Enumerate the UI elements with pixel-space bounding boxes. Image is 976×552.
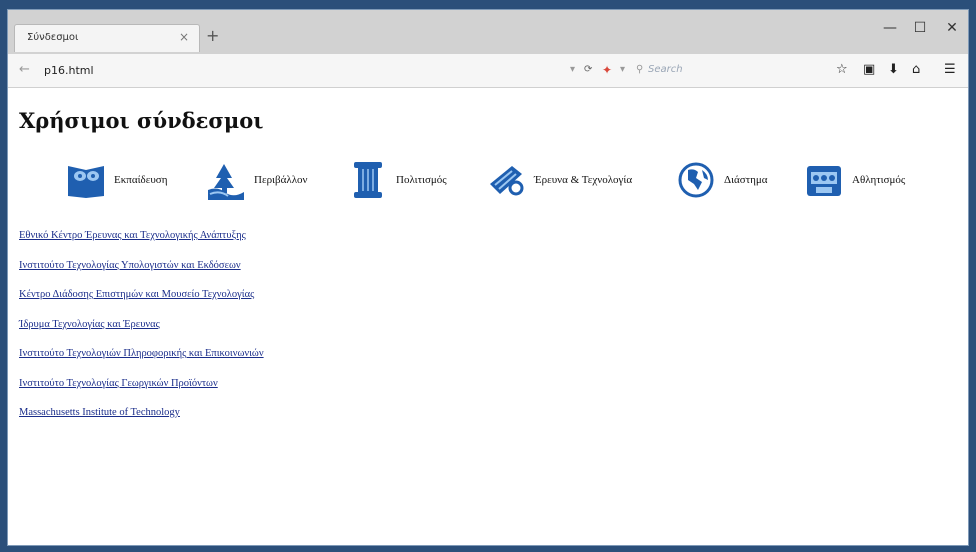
category-space-label: Διάστημα bbox=[724, 174, 768, 186]
search-magnifier-icon: ⚲ bbox=[636, 64, 644, 75]
category-research-label: Έρευνα & Τεχνολογία bbox=[534, 174, 633, 186]
culture-icon bbox=[354, 162, 382, 198]
sports-icon bbox=[807, 166, 841, 196]
reload-icon[interactable]: ⟳ bbox=[584, 64, 592, 75]
category-culture[interactable]: Πολιτισμός bbox=[348, 160, 447, 200]
back-arrow-icon[interactable]: ← bbox=[19, 62, 30, 77]
category-sports[interactable]: Αθλητισμός bbox=[804, 160, 905, 200]
category-culture-label: Πολιτισμός bbox=[396, 174, 447, 186]
tab-close-icon[interactable]: × bbox=[179, 30, 189, 44]
category-education-label: Εκπαίδευση bbox=[114, 174, 168, 186]
category-space[interactable]: Διάστημα bbox=[676, 160, 768, 200]
environment-icon bbox=[208, 164, 244, 200]
tab-links[interactable]: Σύνδεσμοι × bbox=[14, 24, 200, 52]
new-tab-button[interactable]: + bbox=[206, 26, 219, 45]
address-bar[interactable]: p16.html bbox=[44, 64, 94, 77]
page-content: Χρήσιμοι σύνδεσμοι Εκπαίδευση Περιβάλλον bbox=[8, 88, 968, 545]
category-education[interactable]: Εκπαίδευση bbox=[66, 160, 167, 200]
links-list: Εθνικό Κέντρο Έρευνας και Τεχνολογικής Α… bbox=[19, 230, 264, 437]
minimize-button[interactable]: — bbox=[875, 20, 905, 36]
link-noesis[interactable]: Κέντρο Διάδοσης Επιστημών και Μουσείο Τε… bbox=[19, 289, 264, 319]
reading-list-icon[interactable]: ▣ bbox=[863, 62, 875, 77]
link-mit[interactable]: Massachusetts Institute of Technology bbox=[19, 407, 264, 437]
page-title: Χρήσιμοι σύνδεσμοι bbox=[19, 108, 264, 133]
maximize-button[interactable]: ☐ bbox=[905, 20, 935, 36]
home-icon[interactable]: ⌂ bbox=[912, 62, 920, 77]
globe-icon bbox=[678, 162, 714, 198]
search-engine-icon[interactable]: ✦ bbox=[602, 63, 612, 77]
close-window-button[interactable]: ✕ bbox=[937, 20, 967, 36]
link-forth[interactable]: Ίδρυμα Τεχνολογίας και Έρευνας bbox=[19, 319, 264, 349]
link-iti[interactable]: Ινστιτούτο Τεχνολογιών Πληροφορικής και … bbox=[19, 348, 264, 378]
research-icon bbox=[490, 166, 524, 196]
category-sports-label: Αθλητισμός bbox=[852, 174, 906, 186]
menu-icon[interactable]: ☰ bbox=[944, 62, 956, 77]
navigation-bar: ← p16.html ▾ ⟳ ✦ ▾ ⚲ Search ☆ ▣ ⬇ ⌂ ☰ bbox=[8, 54, 968, 88]
search-input[interactable]: Search bbox=[648, 64, 683, 75]
category-environment-label: Περιβάλλον bbox=[254, 174, 308, 186]
browser-window: Σύνδεσμοι × + — ☐ ✕ ← p16.html ▾ ⟳ ✦ ▾ ⚲… bbox=[7, 9, 969, 546]
link-agri[interactable]: Ινστιτούτο Τεχνολογίας Γεωργικών Προϊόντ… bbox=[19, 378, 264, 408]
title-bar: Σύνδεσμοι × + — ☐ ✕ bbox=[8, 10, 968, 54]
bookmark-star-icon[interactable]: ☆ bbox=[836, 62, 848, 77]
education-icon bbox=[68, 166, 104, 198]
link-ekt[interactable]: Εθνικό Κέντρο Έρευνας και Τεχνολογικής Α… bbox=[19, 230, 264, 260]
tab-title: Σύνδεσμοι bbox=[27, 32, 79, 43]
download-icon[interactable]: ⬇ bbox=[888, 62, 899, 77]
search-engine-dropdown-icon[interactable]: ▾ bbox=[620, 64, 625, 75]
page-dropdown-icon[interactable]: ▾ bbox=[570, 64, 575, 75]
category-environment[interactable]: Περιβάλλον bbox=[206, 160, 308, 200]
link-cti[interactable]: Ινστιτούτο Τεχνολογίας Υπολογιστών και Ε… bbox=[19, 260, 264, 290]
category-research[interactable]: Έρευνα & Τεχνολογία bbox=[486, 160, 632, 200]
